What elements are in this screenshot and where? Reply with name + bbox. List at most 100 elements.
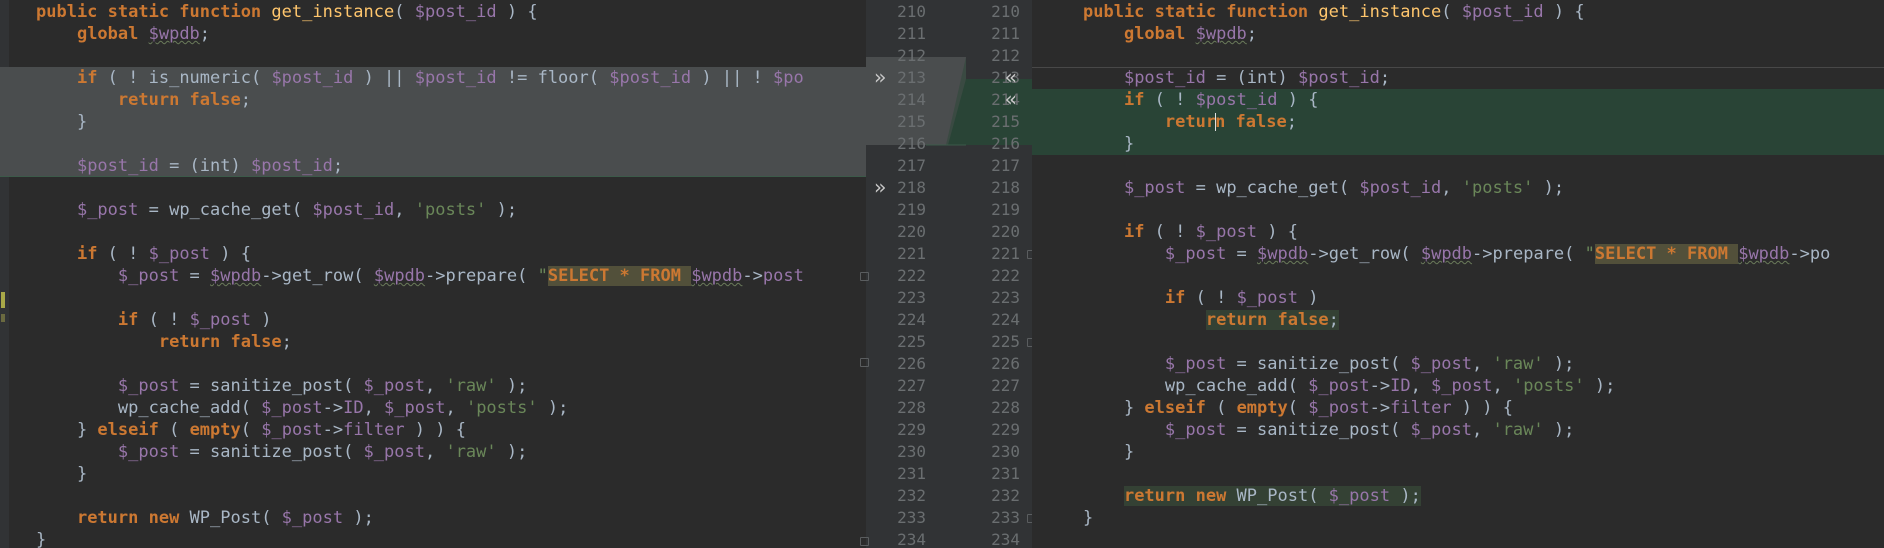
code-line[interactable] bbox=[1032, 265, 1884, 287]
left-diff-pane[interactable]: public static function get_instance( $po… bbox=[0, 0, 866, 548]
code-token: , bbox=[424, 442, 446, 462]
code-token: = sanitize_post( bbox=[1226, 354, 1411, 374]
code-token: ) { bbox=[1277, 90, 1319, 110]
code-token: = (int) bbox=[158, 156, 251, 176]
code-line[interactable]: $_post = sanitize_post( $_post, 'raw' ); bbox=[1032, 419, 1884, 441]
code-token: ) || ! bbox=[691, 68, 774, 88]
fold-marker-icon[interactable] bbox=[860, 358, 869, 367]
apply-left-arrow-icon[interactable]: » bbox=[874, 176, 886, 198]
code-token: ( ! bbox=[1154, 222, 1196, 242]
line-number: 215 bbox=[897, 112, 926, 131]
variable-token: $_post bbox=[1123, 178, 1186, 198]
line-number: 214 bbox=[897, 90, 926, 109]
code-token: ); bbox=[537, 398, 569, 418]
code-line[interactable]: } bbox=[1032, 441, 1884, 463]
line-number: 225 bbox=[897, 332, 926, 351]
code-line[interactable]: return false; bbox=[0, 89, 866, 111]
fold-marker-icon[interactable] bbox=[860, 272, 869, 281]
code-line[interactable] bbox=[0, 133, 866, 155]
code-line[interactable]: public static function get_instance( $po… bbox=[0, 1, 866, 23]
variable-token: $post_id bbox=[414, 2, 497, 22]
code-line[interactable]: } bbox=[0, 111, 866, 133]
code-line[interactable]: $post_id = (int) $post_id; bbox=[1032, 67, 1884, 89]
right-diff-pane[interactable]: public static function get_instance( $po… bbox=[1032, 0, 1884, 548]
variable-token: $post_id bbox=[609, 68, 692, 88]
code-line[interactable]: if ( ! $_post ) { bbox=[0, 243, 866, 265]
code-line[interactable]: global $wpdb; bbox=[1032, 23, 1884, 45]
code-line[interactable]: } elseif ( empty( $_post->filter ) ) { bbox=[1032, 397, 1884, 419]
code-line[interactable]: return false; bbox=[1032, 309, 1884, 331]
variable-token: $_post bbox=[1308, 376, 1370, 396]
code-line[interactable] bbox=[0, 287, 866, 309]
fold-marker-icon[interactable] bbox=[860, 537, 869, 546]
code-line[interactable] bbox=[1032, 463, 1884, 485]
string-token: 'posts' bbox=[465, 398, 538, 418]
code-line[interactable]: } bbox=[1032, 507, 1884, 529]
code-line[interactable] bbox=[1032, 155, 1884, 177]
code-line[interactable]: public static function get_instance( $po… bbox=[1032, 1, 1884, 23]
code-line[interactable] bbox=[0, 45, 866, 67]
code-line[interactable]: $_post = sanitize_post( $_post, 'raw' ); bbox=[1032, 353, 1884, 375]
code-token: ) bbox=[250, 310, 272, 330]
code-line[interactable]: if ( ! $post_id ) { bbox=[1032, 89, 1884, 111]
variable-token: $_post bbox=[76, 200, 139, 220]
code-line[interactable]: } bbox=[0, 529, 866, 548]
revert-arrow-icon[interactable]: « bbox=[1005, 88, 1017, 110]
code-token: } bbox=[36, 530, 47, 548]
code-token: ) ) { bbox=[404, 420, 466, 440]
code-token: wp_cache_add( bbox=[1083, 376, 1309, 396]
code-line[interactable]: } elseif ( empty( $_post->filter ) ) { bbox=[0, 419, 866, 441]
code-line[interactable]: } bbox=[0, 463, 866, 485]
apply-left-arrow-icon[interactable]: » bbox=[874, 66, 886, 88]
code-line[interactable]: return new WP_Post( $_post ); bbox=[1032, 485, 1884, 507]
code-line[interactable] bbox=[1032, 199, 1884, 221]
code-token: ); bbox=[1390, 486, 1421, 506]
code-line[interactable] bbox=[0, 177, 866, 199]
code-token: ( ! bbox=[107, 244, 149, 264]
code-line[interactable]: return false; bbox=[1032, 111, 1884, 133]
code-line[interactable]: if ( ! $_post ) bbox=[1032, 287, 1884, 309]
code-line[interactable] bbox=[1032, 529, 1884, 548]
line-number: 220 bbox=[897, 222, 926, 241]
variable-token: $wpdb bbox=[1257, 244, 1309, 264]
code-line[interactable] bbox=[0, 221, 866, 243]
variable-token: $_post bbox=[261, 420, 323, 440]
code-line[interactable]: $_post = sanitize_post( $_post, 'raw' ); bbox=[0, 375, 866, 397]
code-line[interactable]: if ( ! is_numeric( $post_id ) || $post_i… bbox=[0, 67, 866, 89]
code-line[interactable]: $_post = wp_cache_get( $post_id, 'posts'… bbox=[1032, 177, 1884, 199]
revert-arrow-icon[interactable]: « bbox=[1005, 66, 1017, 88]
variable-token: ID bbox=[343, 398, 364, 418]
left-code-lines: public static function get_instance( $po… bbox=[0, 0, 866, 548]
code-line[interactable]: return false; bbox=[0, 331, 866, 353]
code-line[interactable]: wp_cache_add( $_post->ID, $_post, 'posts… bbox=[0, 397, 866, 419]
code-token: ; bbox=[281, 332, 292, 352]
code-line[interactable] bbox=[1032, 45, 1884, 67]
code-line[interactable]: } bbox=[1032, 133, 1884, 155]
code-line[interactable]: $_post = $wpdb->get_row( $wpdb->prepare(… bbox=[1032, 243, 1884, 265]
code-line[interactable] bbox=[0, 485, 866, 507]
keyword-token: public static function bbox=[36, 2, 272, 22]
code-line[interactable]: global $wpdb; bbox=[0, 23, 866, 45]
code-line[interactable]: return new WP_Post( $_post ); bbox=[0, 507, 866, 529]
method-token: prepare bbox=[1492, 244, 1565, 264]
code-line[interactable]: $post_id = (int) $post_id; bbox=[0, 155, 866, 177]
line-number: 226 bbox=[991, 354, 1020, 373]
code-line[interactable]: $_post = sanitize_post( $_post, 'raw' ); bbox=[0, 441, 866, 463]
code-token: != floor( bbox=[496, 68, 610, 88]
method-token: get_row bbox=[281, 266, 354, 286]
code-line[interactable]: $_post = wp_cache_get( $post_id, 'posts'… bbox=[0, 199, 866, 221]
code-line[interactable]: if ( ! $_post ) bbox=[0, 309, 866, 331]
code-line[interactable]: if ( ! $_post ) { bbox=[1032, 221, 1884, 243]
code-line[interactable] bbox=[1032, 331, 1884, 353]
line-number: 217 bbox=[897, 156, 926, 175]
code-line[interactable] bbox=[0, 353, 866, 375]
code-line[interactable]: wp_cache_add( $_post->ID, $_post, 'posts… bbox=[1032, 375, 1884, 397]
code-line[interactable]: $_post = $wpdb->get_row( $wpdb->prepare(… bbox=[0, 265, 866, 287]
variable-token: $_post bbox=[1410, 420, 1472, 440]
